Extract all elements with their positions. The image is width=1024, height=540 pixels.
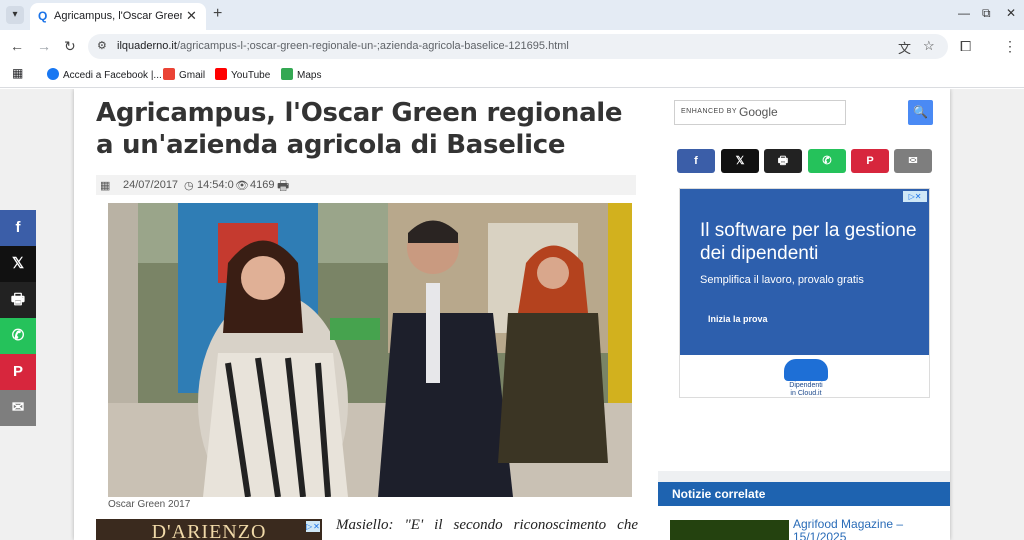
youtube-icon — [215, 68, 227, 80]
pinterest-float-button[interactable]: P — [0, 354, 36, 390]
bookmark-facebook[interactable]: Accedi a Facebook |... — [47, 68, 162, 81]
cloud-logo-icon — [784, 359, 828, 381]
print-icon[interactable]: 🖶 — [277, 177, 289, 199]
whatsapp-icon: ✆ — [822, 155, 832, 167]
reload-icon[interactable]: ↻ — [64, 38, 76, 55]
chevron-down-icon[interactable]: ▾ — [6, 6, 24, 24]
article-views: 4169 — [250, 179, 275, 191]
print-icon: 🖶 — [10, 291, 26, 308]
site-favicon-icon: Q — [38, 9, 48, 23]
related-news-header: Notizie correlate — [658, 482, 950, 506]
x-icon: 𝕏 — [735, 155, 745, 167]
eye-icon: 👁 — [235, 180, 249, 192]
email-icon: ✉ — [11, 399, 25, 416]
extensions-icon[interactable]: ⧠ — [960, 38, 971, 55]
bookmarks-bar: ▦ Accedi a Facebook |... Gmail YouTube M… — [0, 63, 1024, 88]
browser-tab[interactable]: Q Agricampus, l'Oscar Green regionale a … — [30, 3, 206, 30]
kebab-menu-icon[interactable]: ⋮ — [1003, 38, 1017, 55]
maps-icon — [281, 68, 293, 80]
email-icon: ✉ — [908, 155, 918, 167]
related-thumbnail[interactable] — [670, 520, 789, 540]
tab-strip: ▾ Q Agricampus, l'Oscar Green regionale … — [0, 0, 1024, 30]
star-icon[interactable]: ☆ — [923, 38, 935, 54]
facebook-icon: f — [15, 219, 21, 236]
close-window-icon[interactable]: ✕ — [1006, 6, 1016, 20]
bookmark-gmail[interactable]: Gmail — [163, 68, 205, 81]
search-input[interactable]: ENHANCED BY Google — [674, 100, 846, 125]
pinterest-share-button[interactable]: P — [851, 149, 889, 173]
ad-title: Il software per la gestione dei dipenden… — [700, 220, 917, 264]
photo-caption: Oscar Green 2017 — [108, 499, 191, 510]
x-icon: 𝕏 — [11, 255, 25, 272]
share-row: f 𝕏 🖶 ✆ P ✉ — [677, 149, 933, 173]
bookmark-maps[interactable]: Maps — [281, 68, 321, 81]
whatsapp-share-button[interactable]: ✆ — [808, 149, 846, 173]
floating-share-bar: f 𝕏 🖶 ✆ P ✉ — [0, 210, 36, 426]
print-icon: 🖶 — [777, 155, 789, 167]
related-news-link[interactable]: Agrifood Magazine – 15/1/2025 — [793, 518, 943, 540]
gmail-icon — [163, 68, 175, 80]
whatsapp-float-button[interactable]: ✆ — [0, 318, 36, 354]
article-meta: ▦ 24/07/2017 ◷ 14:54:0 👁 4169 🖶 — [96, 175, 636, 195]
adchoices-icon[interactable]: ▷✕ — [903, 191, 927, 202]
google-logo: Google — [739, 105, 778, 119]
x-share-button[interactable]: 𝕏 — [721, 149, 759, 173]
restore-icon[interactable]: ⧉ — [982, 6, 991, 21]
url-text: ilquaderno.it/agricampus-l-;oscar-green-… — [117, 40, 569, 52]
advertisement-sidebar[interactable]: Il software per la gestione dei dipenden… — [679, 188, 930, 398]
article-page: Agricampus, l'Oscar Green regionale a un… — [74, 89, 950, 540]
article-lead: Masiello: "E' il secondo riconoscimento … — [336, 517, 638, 540]
back-icon[interactable]: ← — [10, 38, 24, 54]
photo-illustration — [108, 203, 632, 497]
translate-icon[interactable]: 文 — [898, 38, 911, 57]
facebook-icon — [47, 68, 59, 80]
ad-cta-button[interactable]: Inizia la prova — [708, 314, 768, 324]
search-icon: 🔍 — [913, 105, 928, 119]
article-headline: Agricampus, l'Oscar Green regionale a un… — [96, 98, 623, 160]
article-date: 24/07/2017 — [123, 179, 179, 191]
facebook-share-button[interactable]: f — [677, 149, 715, 173]
minimize-icon[interactable]: — — [958, 6, 970, 20]
related-divider — [658, 471, 950, 482]
search-button[interactable]: 🔍 — [908, 100, 933, 125]
apps-icon[interactable]: ▦ — [12, 66, 23, 80]
site-info-icon[interactable]: ⚙ — [97, 39, 107, 52]
ad-subtitle: Semplifica il lavoro, provalo gratis — [700, 274, 864, 286]
print-float-button[interactable]: 🖶 — [0, 282, 36, 318]
address-bar[interactable]: ⚙ ilquaderno.it/agricampus-l-;oscar-gree… — [88, 34, 948, 59]
related-news-title: Notizie correlate — [672, 487, 766, 501]
search-enhanced-label: ENHANCED BY — [681, 108, 738, 115]
tab-title: Agricampus, l'Oscar Green regionale a un… — [54, 10, 182, 22]
email-share-button[interactable]: ✉ — [894, 149, 932, 173]
advertisement-banner[interactable]: D'ARIENZO ▷✕ — [96, 519, 322, 540]
page-viewport: Agricampus, l'Oscar Green regionale a un… — [0, 89, 1024, 540]
adchoices-icon[interactable]: ▷✕ — [306, 521, 320, 532]
pinterest-icon: P — [866, 155, 874, 167]
print-share-button[interactable]: 🖶 — [764, 149, 802, 173]
bookmark-youtube[interactable]: YouTube — [215, 68, 270, 81]
email-float-button[interactable]: ✉ — [0, 390, 36, 426]
article-photo — [108, 203, 632, 497]
clock-icon: ◷ — [184, 180, 194, 192]
ad-logo-text: Dipendenti in Cloud.it — [789, 382, 823, 397]
browser-toolbar: ← → ↻ ⚙ ilquaderno.it/agricampus-l-;osca… — [0, 30, 1024, 63]
close-icon[interactable]: ✕ — [186, 8, 197, 24]
forward-icon[interactable]: → — [37, 38, 51, 54]
pinterest-icon: P — [12, 363, 23, 380]
x-float-button[interactable]: 𝕏 — [0, 246, 36, 282]
calendar-icon: ▦ — [100, 180, 111, 192]
ad-brand-text: D'ARIENZO — [151, 521, 267, 540]
ad-banner-area: Il software per la gestione dei dipenden… — [680, 189, 929, 355]
facebook-icon: f — [694, 155, 698, 167]
article-time: 14:54:0 — [197, 179, 234, 191]
plus-icon[interactable]: + — [213, 5, 222, 23]
facebook-float-button[interactable]: f — [0, 210, 36, 246]
whatsapp-icon: ✆ — [11, 327, 25, 344]
